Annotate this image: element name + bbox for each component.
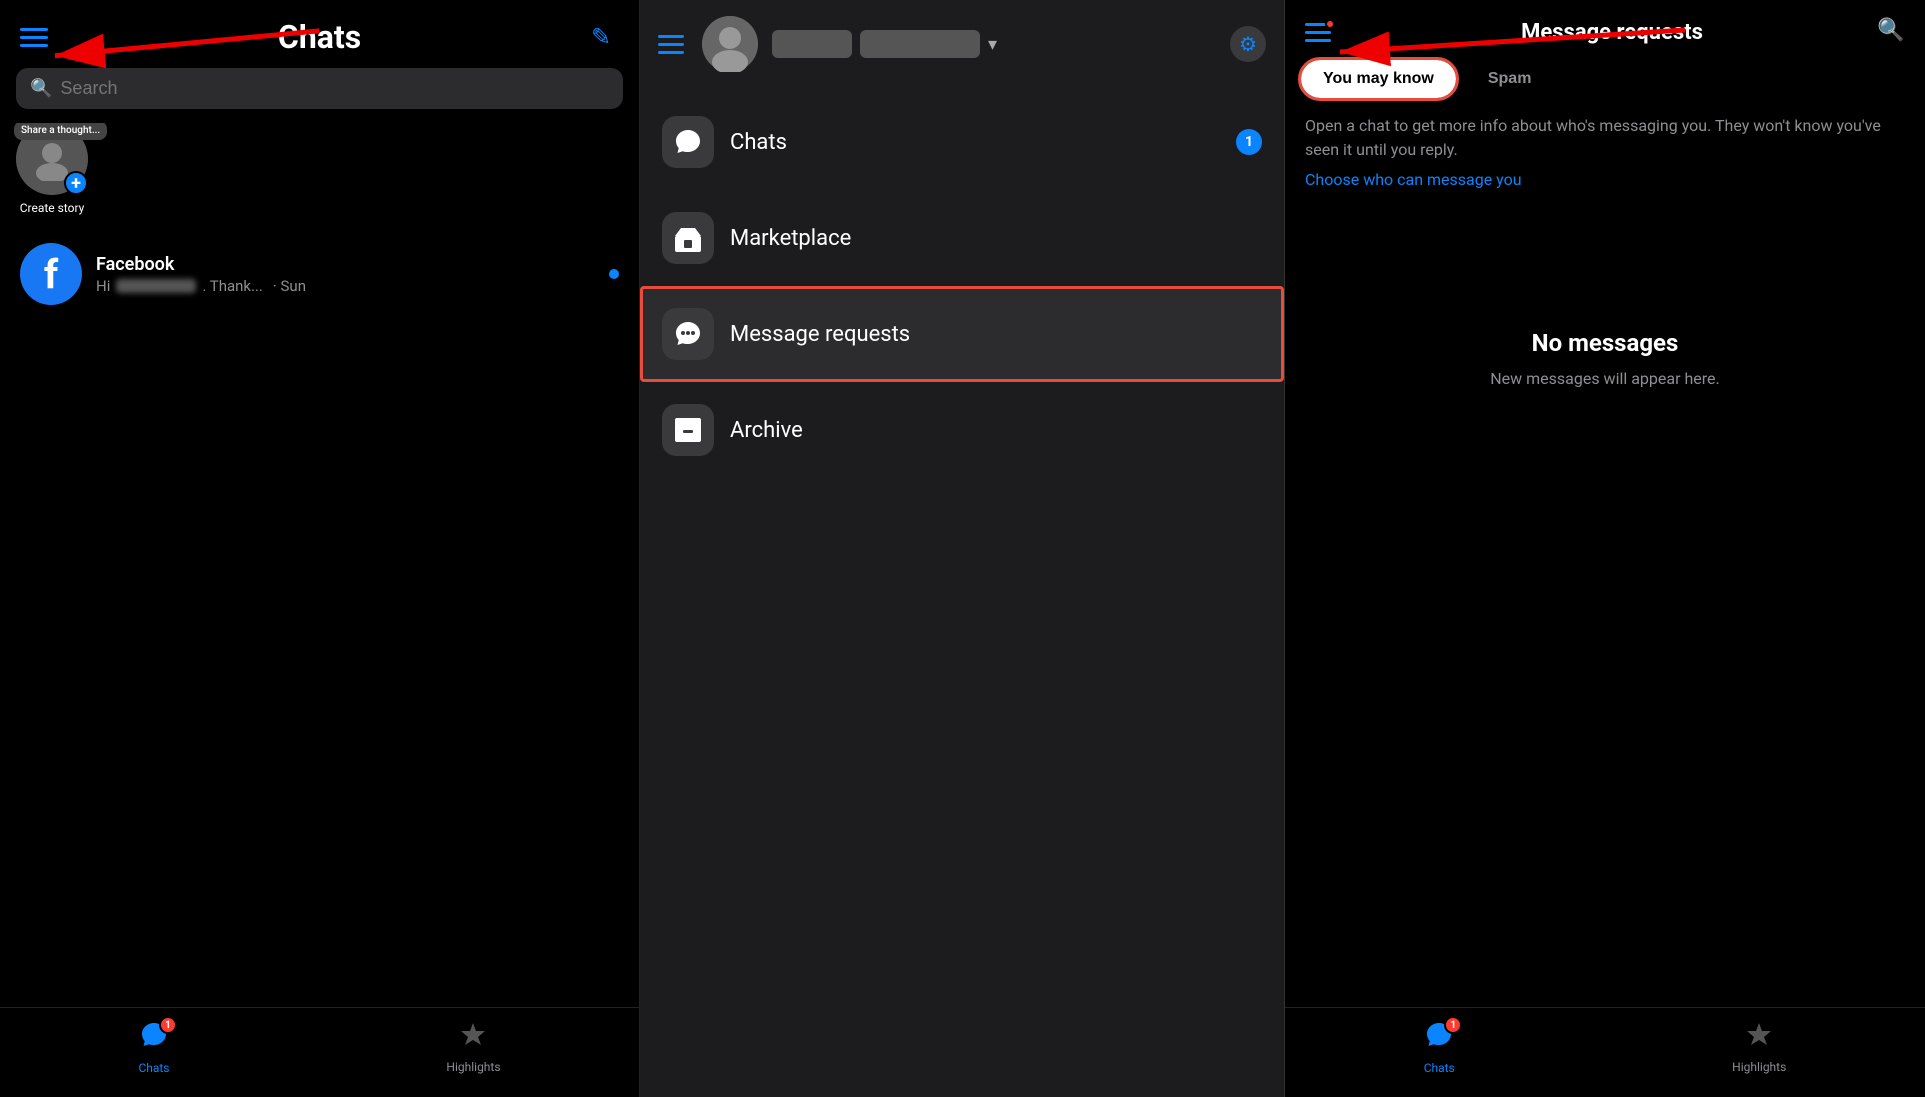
search-input[interactable] (60, 78, 609, 99)
menu-header: ▾ ⚙ (640, 0, 1284, 86)
menu-name-blocks: ▾ (772, 30, 1216, 58)
chat-name: Facebook (96, 254, 595, 275)
name-block-1 (772, 30, 852, 58)
no-messages-subtitle: New messages will appear here. (1490, 369, 1720, 388)
message-requests-title: Message requests (1347, 20, 1877, 45)
chats-header: Chats ✎ (0, 0, 639, 68)
chat-info: Facebook Hi . Thank... · Sun (96, 254, 595, 295)
nav-chats[interactable]: 1 Chats (138, 1020, 169, 1075)
highlights-nav-icon (459, 1021, 487, 1056)
highlights-nav-label: Highlights (446, 1060, 500, 1074)
chats-badge: 1 (159, 1016, 177, 1034)
story-plus-icon: + (64, 171, 88, 195)
highlights-nav-label-p3: Highlights (1732, 1060, 1786, 1074)
page-title: Chats (278, 18, 361, 56)
bottom-navigation: 1 Chats Highlights (0, 1007, 639, 1097)
chat-list: f Facebook Hi . Thank... · Sun (0, 233, 639, 315)
menu-list: Chats 1 Marketplace (640, 86, 1284, 486)
message-requests-menu-icon (662, 308, 714, 360)
chats-menu-icon (662, 116, 714, 168)
name-block-2 (860, 30, 980, 58)
archive-menu-label: Archive (730, 418, 803, 443)
archive-menu-icon (662, 404, 714, 456)
info-description: Open a chat to get more info about who's… (1305, 114, 1905, 162)
menu-item-archive[interactable]: Archive (640, 382, 1284, 478)
chats-menu-label: Chats (730, 130, 787, 155)
message-requests-label: Message requests (730, 322, 910, 347)
create-story-label: Create story (20, 201, 85, 215)
header-icons: ✎ (591, 23, 619, 51)
chat-preview: Hi . Thank... · Sun (96, 277, 595, 295)
blurred-text (116, 279, 196, 293)
hamburger-menu-icon[interactable] (20, 28, 48, 47)
tab-spam[interactable]: Spam (1466, 60, 1554, 98)
back-hamburger-icon[interactable] (1305, 23, 1331, 42)
search-icon: 🔍 (30, 78, 52, 99)
chats-badge-p3: 1 (1444, 1016, 1462, 1034)
tabs-row: You may know Spam (1285, 60, 1925, 98)
nav-chats-p3[interactable]: 1 Chats (1424, 1020, 1455, 1075)
tab-you-may-know[interactable]: You may know (1301, 60, 1456, 98)
chats-nav-icon: 1 (139, 1020, 169, 1057)
message-requests-header: Message requests 🔍 (1285, 0, 1925, 60)
story-tooltip: Share a thought... (14, 123, 107, 140)
compose-icon[interactable]: ✎ (591, 23, 619, 51)
create-story-avatar: Share a thought... + (16, 123, 88, 195)
menu-panel: ▾ ⚙ Chats 1 Marketplace (640, 0, 1285, 1097)
menu-hamburger-icon[interactable] (658, 35, 684, 54)
highlights-nav-icon-p3 (1745, 1021, 1773, 1056)
search-bar[interactable]: 🔍 (16, 68, 623, 109)
nav-highlights-p3[interactable]: Highlights (1732, 1021, 1786, 1074)
marketplace-menu-icon (662, 212, 714, 264)
menu-item-message-requests[interactable]: Message requests (640, 286, 1284, 382)
message-requests-panel: Message requests 🔍 You may know Spam Ope… (1285, 0, 1925, 1097)
chats-nav-icon-p3: 1 (1424, 1020, 1454, 1057)
menu-item-chats[interactable]: Chats 1 (640, 94, 1284, 190)
chats-panel: Chats ✎ 🔍 Share a thought... + (0, 0, 640, 1097)
table-row[interactable]: f Facebook Hi . Thank... · Sun (10, 233, 629, 315)
unread-indicator (609, 269, 619, 279)
chat-time (609, 269, 619, 279)
marketplace-menu-label: Marketplace (730, 226, 851, 251)
settings-gear-icon[interactable]: ⚙ (1230, 26, 1266, 62)
menu-item-marketplace[interactable]: Marketplace (640, 190, 1284, 286)
search-icon-header[interactable]: 🔍 (1877, 18, 1905, 46)
bottom-navigation-p3: 1 Chats Highlights (1285, 1007, 1925, 1097)
create-story-item[interactable]: Share a thought... + Create story (16, 123, 88, 215)
chats-nav-label: Chats (138, 1061, 169, 1075)
choose-who-can-message-link[interactable]: Choose who can message you (1305, 170, 1522, 189)
stories-row: Share a thought... + Create story (0, 123, 639, 233)
avatar: f (20, 243, 82, 305)
chats-nav-label-p3: Chats (1424, 1061, 1455, 1075)
notification-dot (1325, 19, 1335, 29)
menu-user-avatar (702, 16, 758, 72)
nav-highlights[interactable]: Highlights (446, 1021, 500, 1074)
info-box: Open a chat to get more info about who's… (1285, 114, 1925, 209)
dropdown-chevron[interactable]: ▾ (988, 30, 997, 58)
chats-menu-badge: 1 (1236, 129, 1262, 155)
no-messages-title: No messages (1532, 329, 1679, 357)
empty-state: No messages New messages will appear her… (1285, 209, 1925, 388)
